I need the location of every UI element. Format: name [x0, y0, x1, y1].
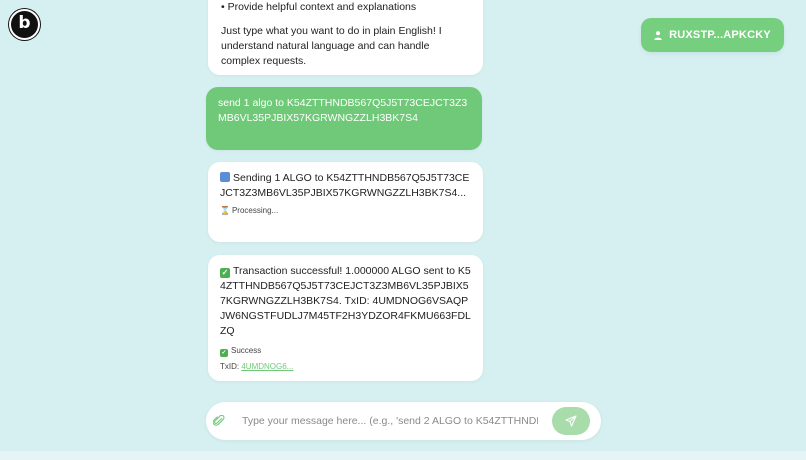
- hourglass-icon: ⌛: [220, 206, 230, 215]
- assistant-message: ✓ Transaction successful! 1.000000 ALGO s…: [208, 255, 483, 381]
- status-text: Success: [231, 346, 262, 355]
- app-logo[interactable]: b: [9, 9, 40, 40]
- message-text: Transaction successful! 1.000000 ALGO se…: [220, 265, 471, 337]
- txid-label: TxID:: [220, 362, 240, 371]
- send-icon: [565, 415, 577, 427]
- check-emoji-icon: ✓: [220, 349, 228, 357]
- logo-letter: b: [18, 13, 31, 33]
- wallet-address-button[interactable]: RUXSTP...APKCKY: [641, 18, 784, 52]
- message-composer: [206, 402, 601, 440]
- status-line: ⌛ Processing...: [220, 205, 471, 216]
- paperclip-icon[interactable]: [213, 415, 225, 427]
- message-text: Just type what you want to do in plain E…: [221, 25, 442, 67]
- txid-line: TxID: 4UMDNOG6...: [220, 361, 471, 372]
- message-text: • Provide helpful context and explanatio…: [221, 1, 417, 13]
- footer-strip: [0, 451, 806, 460]
- message-body: ✓ Transaction successful! 1.000000 ALGO s…: [220, 264, 471, 339]
- check-emoji-icon: ✓: [220, 268, 230, 278]
- user-icon: [654, 30, 662, 40]
- sync-emoji-icon: [220, 172, 230, 182]
- user-message: send 1 algo to K54ZTTHNDB567Q5J5T73CEJCT…: [206, 87, 482, 150]
- status-text: Processing...: [231, 206, 279, 215]
- wallet-address-label: RUXSTP...APKCKY: [669, 29, 771, 41]
- message-input[interactable]: [242, 415, 538, 427]
- status-line: ✓ Success: [220, 345, 471, 357]
- message-text: Sending 1 ALGO to K54ZTTHNDB567Q5J5T73CE…: [220, 172, 470, 199]
- assistant-message: Sending 1 ALGO to K54ZTTHNDB567Q5J5T73CE…: [208, 162, 483, 242]
- send-button[interactable]: [552, 407, 590, 435]
- message-body: Sending 1 ALGO to K54ZTTHNDB567Q5J5T73CE…: [220, 171, 471, 201]
- txid-link[interactable]: 4UMDNOG6...: [241, 362, 293, 371]
- message-text: send 1 algo to K54ZTTHNDB567Q5J5T73CEJCT…: [218, 97, 468, 124]
- assistant-message: • Provide helpful context and explanatio…: [208, 0, 483, 75]
